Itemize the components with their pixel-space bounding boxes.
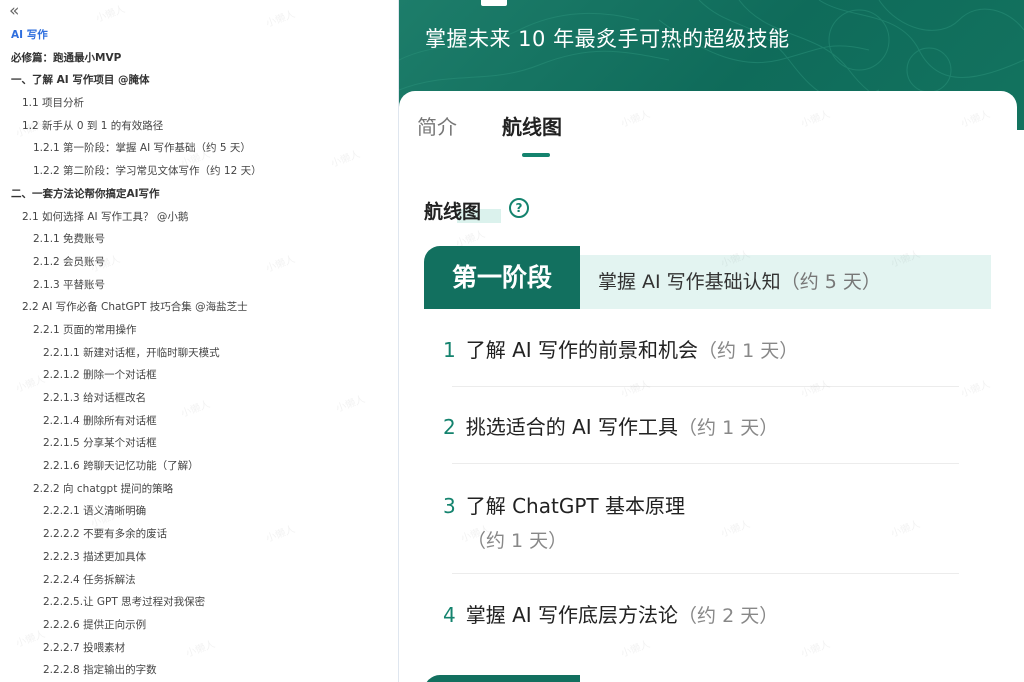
toc-item[interactable]: 2.2.2 向 chatgpt 提问的策略: [0, 478, 398, 501]
stage-duration: （约 5 天）: [780, 271, 881, 293]
toc-item[interactable]: 2.2.2.3 描述更加具体: [0, 546, 398, 569]
toc-item[interactable]: 1.2 新手从 0 到 1 的有效路径: [0, 115, 398, 138]
toc-item[interactable]: 1.2.2 第二阶段：学习常见文体写作（约 12 天）: [0, 160, 398, 183]
stage-tag: 第一阶段: [424, 246, 580, 309]
section-title: 航线图: [424, 201, 482, 223]
toc-item[interactable]: 2.2.1.4 删除所有对话框: [0, 410, 398, 433]
toc-item[interactable]: AI 写作: [0, 24, 398, 47]
toc-item[interactable]: 必修篇：跑通最小MVP: [0, 47, 398, 70]
toc-item[interactable]: 1.1 项目分析: [0, 92, 398, 115]
content-card: 简介 航线图 航线图 ? 第一阶段 掌握 AI 写作基础认知（约 5 天） 1了…: [399, 91, 1017, 682]
step-duration: （约 1 天）: [698, 340, 799, 362]
step-title: 了解 AI 写作的前景和机会: [465, 338, 699, 362]
step-number: 3: [443, 494, 456, 518]
step-duration: （约 1 天）: [467, 530, 568, 552]
stage-title: 掌握 AI 写作基础认知: [598, 271, 781, 293]
toc-item[interactable]: 2.2.1.6 跨聊天记忆功能（了解）: [0, 455, 398, 478]
toc-item[interactable]: 2.2.1 页面的常用操作: [0, 319, 398, 342]
step-title: 掌握 AI 写作底层方法论: [465, 603, 679, 627]
toc-item[interactable]: 2.2 AI 写作必备 ChatGPT 技巧合集 @海盐芝士: [0, 296, 398, 319]
roadmap-step[interactable]: 4 掌握 AI 写作底层方法论（约 2 天）: [443, 599, 963, 628]
toc-item[interactable]: 2.2.2.2 不要有多余的废话: [0, 523, 398, 546]
roadmap-step[interactable]: 3 了解 ChatGPT 基本原理 （约 1 天）: [443, 489, 743, 558]
step-number: 4: [443, 603, 456, 627]
roadmap-step[interactable]: 1 了解 AI 写作的前景和机会（约 1 天）: [443, 334, 963, 363]
step-number: 1: [443, 338, 456, 362]
active-tab-indicator: [522, 153, 550, 157]
roadmap-step[interactable]: 2 挑选适合的 AI 写作工具（约 1 天）: [443, 411, 963, 440]
toc-item[interactable]: 二、一套方法论帮你搞定AI写作: [0, 183, 398, 206]
next-stage-tag: [424, 675, 580, 682]
collapse-sidebar-icon[interactable]: «: [9, 1, 19, 21]
toc-item[interactable]: 2.2.2.5.让 GPT 思考过程对我保密: [0, 591, 398, 614]
step-number: 2: [443, 415, 456, 439]
toc-item[interactable]: 2.2.2.8 指定输出的字数: [0, 659, 398, 682]
step-title: 挑选适合的 AI 写作工具: [465, 415, 679, 439]
toc-item[interactable]: 1.2.1 第一阶段：掌握 AI 写作基础（约 5 天）: [0, 137, 398, 160]
step-title: 了解 ChatGPT 基本原理: [465, 494, 685, 518]
tab-intro[interactable]: 简介: [417, 111, 457, 140]
course-panel: 掌握未来 10 年最炙手可热的超级技能 简介 航线图 航线图 ? 第一阶段 掌握…: [399, 0, 1024, 682]
hero-title-remnant: [481, 0, 507, 6]
hero-subtitle: 掌握未来 10 年最炙手可热的超级技能: [425, 27, 790, 51]
toc-item[interactable]: 2.1 如何选择 AI 写作工具？ @小鹅: [0, 206, 398, 229]
table-of-contents: AI 写作 必修篇：跑通最小MVP 一、了解 AI 写作项目 @腌体 1.1 项…: [0, 24, 398, 682]
toc-item[interactable]: 2.2.1.5 分享某个对话框: [0, 432, 398, 455]
toc-item[interactable]: 2.1.1 免费账号: [0, 228, 398, 251]
outline-sidebar: « AI 写作 必修篇：跑通最小MVP 一、了解 AI 写作项目 @腌体 1.1…: [0, 0, 398, 682]
toc-item[interactable]: 2.1.2 会员账号: [0, 251, 398, 274]
toc-item[interactable]: 2.2.1.2 删除一个对话框: [0, 364, 398, 387]
step-divider: [452, 573, 959, 574]
step-duration: （约 2 天）: [678, 605, 779, 627]
toc-item[interactable]: 一、了解 AI 写作项目 @腌体: [0, 69, 398, 92]
stage-header: 第一阶段 掌握 AI 写作基础认知（约 5 天）: [424, 246, 991, 309]
toc-item[interactable]: 2.2.2.6 提供正向示例: [0, 614, 398, 637]
step-duration: （约 1 天）: [678, 417, 779, 439]
toc-item[interactable]: 2.2.2.1 语义清晰明确: [0, 500, 398, 523]
toc-item[interactable]: 2.2.2.4 任务拆解法: [0, 569, 398, 592]
step-divider: [452, 463, 959, 464]
tab-roadmap[interactable]: 航线图: [502, 111, 562, 140]
toc-item[interactable]: 2.2.1.1 新建对话框，开临时聊天模式: [0, 342, 398, 365]
stage-description: 掌握 AI 写作基础认知（约 5 天）: [598, 255, 881, 309]
toc-item[interactable]: 2.1.3 平替账号: [0, 274, 398, 297]
toc-item[interactable]: 2.2.2.7 投喂素材: [0, 637, 398, 660]
help-icon[interactable]: ?: [509, 198, 529, 218]
toc-item[interactable]: 2.2.1.3 给对话框改名: [0, 387, 398, 410]
step-divider: [452, 386, 959, 387]
